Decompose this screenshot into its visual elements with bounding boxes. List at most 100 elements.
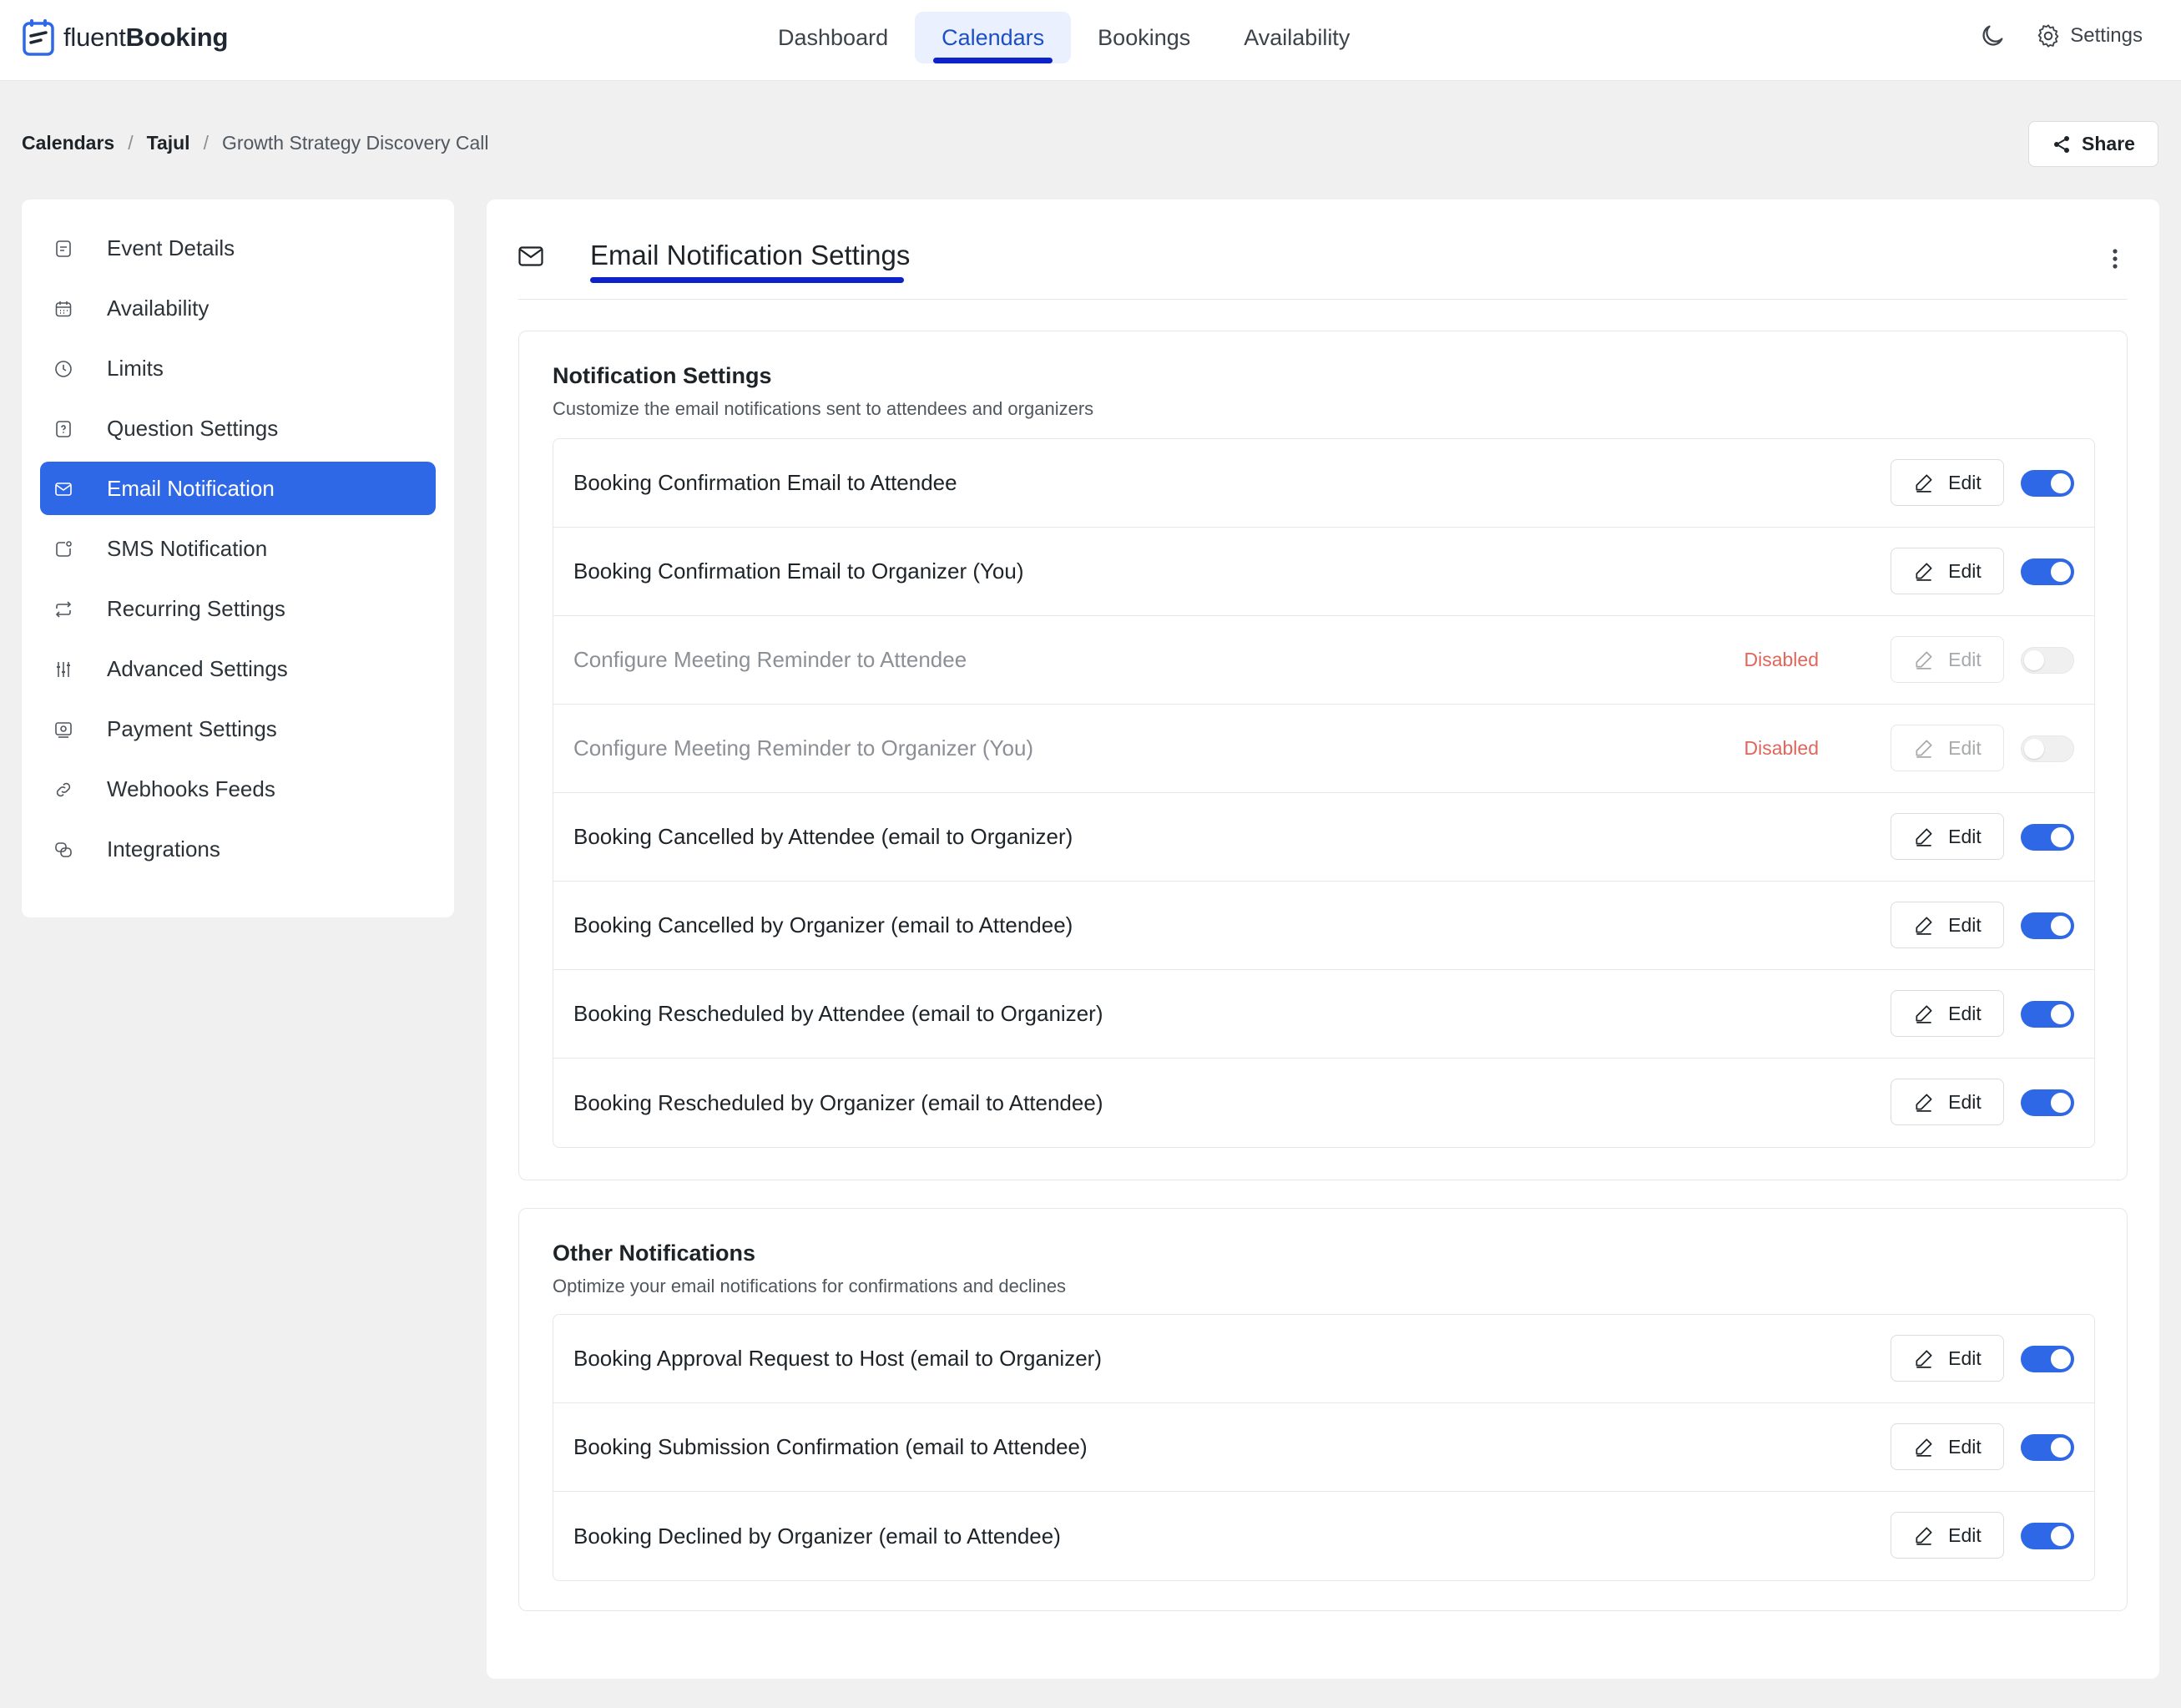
edit-button[interactable]: Edit [1891,459,2004,506]
notification-toggle[interactable] [2021,1434,2074,1461]
notification-label: Booking Cancelled by Attendee (email to … [573,824,1073,849]
email-notification-panel: Email Notification Settings Notification… [487,200,2159,1679]
section-subtitle: Optimize your email notifications for co… [553,1276,1067,1296]
envelope-icon [55,483,72,496]
edit-button[interactable]: Edit [1891,902,2004,948]
title-underline [590,277,904,283]
notification-toggle[interactable] [2021,912,2074,939]
sidebar-item-label: Event Details [107,235,235,260]
notification-row: Booking Rescheduled by Attendee (email t… [553,970,2094,1059]
nav-calendars[interactable]: Calendars [915,12,1072,63]
sidebar-item-advanced-settings[interactable]: Advanced Settings [40,642,436,695]
edit-label: Edit [1948,1090,1982,1113]
sidebar-item-sms-notification[interactable]: SMS Notification [40,522,436,575]
section-subtitle: Customize the email notifications sent t… [553,398,1094,419]
settings-label: Settings [2070,24,2143,47]
edit-button[interactable]: Edit [1891,813,2004,860]
pencil-icon [1916,1005,1932,1023]
sidebar-item-availability[interactable]: Availability [40,281,436,335]
top-right-actions: Settings [1978,22,2143,50]
document-icon [56,240,71,257]
fluent-booking-logo[interactable]: fluentBooking [22,18,228,57]
notification-toggle[interactable] [2021,1089,2074,1116]
settings-link[interactable]: Settings [2035,23,2143,49]
notification-label: Booking Submission Confirmation (email t… [573,1434,1088,1459]
notification-toggle[interactable] [2021,1523,2074,1549]
status-badge: Disabled [1744,737,1820,759]
sidebar-item-label: Question Settings [107,415,279,441]
edit-button[interactable]: Edit [1891,548,2004,594]
breadcrumb-calendars[interactable]: Calendars [22,132,114,154]
share-button[interactable]: Share [2028,121,2158,167]
notification-toggle[interactable] [2021,735,2074,762]
other-notifications-section: Other Notifications Optimize your email … [518,1208,2128,1611]
breadcrumb-event: Growth Strategy Discovery Call [221,132,489,154]
pencil-icon [1916,1527,1932,1545]
notification-toggle[interactable] [2021,470,2074,497]
integrations-icon [55,842,72,857]
sidebar-item-label: Webhooks Feeds [107,776,275,801]
more-options-icon[interactable] [2111,248,2119,270]
sidebar-item-label: Recurring Settings [107,595,285,621]
edit-button[interactable]: Edit [1891,1423,2004,1470]
edit-label: Edit [1948,1002,1982,1024]
notification-row: Booking Rescheduled by Organizer (email … [553,1059,2094,1147]
clock-icon [55,361,72,377]
breadcrumb-separator: / [128,132,134,154]
nav-dashboard[interactable]: Dashboard [751,12,915,63]
breadcrumb-separator: / [203,132,209,154]
nav-bookings[interactable]: Bookings [1071,12,1217,63]
notification-row: Configure Meeting Reminder to Attendee D… [553,616,2094,705]
notification-label: Configure Meeting Reminder to Attendee [573,647,967,672]
dark-mode-moon-icon[interactable] [1978,22,2007,50]
notification-label: Booking Confirmation Email to Organizer … [573,558,1024,584]
notification-list: Booking Approval Request to Host (email … [553,1314,2095,1581]
sidebar-item-recurring-settings[interactable]: Recurring Settings [40,582,436,635]
breadcrumb-calendar-tajul[interactable]: Tajul [147,132,190,154]
notification-toggle[interactable] [2021,647,2074,674]
edit-button[interactable]: Edit [1891,990,2004,1037]
event-settings-sidebar: Event Details Availability Limits Questi… [22,200,454,917]
notification-row: Booking Approval Request to Host (email … [553,1315,2094,1403]
notification-toggle[interactable] [2021,558,2074,585]
pencil-icon [1916,740,1932,758]
sidebar-item-question-settings[interactable]: Question Settings [40,402,436,455]
edit-button[interactable]: Edit [1891,1335,2004,1382]
notification-toggle[interactable] [2021,824,2074,851]
sidebar-item-event-details[interactable]: Event Details [40,221,436,275]
sidebar-item-integrations[interactable]: Integrations [40,822,436,876]
notification-toggle[interactable] [2021,1346,2074,1372]
edit-button[interactable]: Edit [1891,636,2004,683]
page-title: Email Notification Settings [590,240,911,270]
share-label: Share [2082,133,2135,154]
pencil-icon [1916,1438,1932,1457]
notification-label: Booking Declined by Organizer (email to … [573,1523,1061,1549]
share-icon [2054,135,2070,153]
edit-label: Edit [1948,736,1982,759]
sidebar-item-email-notification[interactable]: Email Notification [40,462,436,515]
pencil-icon [1916,474,1932,493]
sidebar-item-webhooks-feeds[interactable]: Webhooks Feeds [40,762,436,816]
edit-button[interactable]: Edit [1891,1512,2004,1559]
breadcrumb: Calendars / Tajul / Growth Strategy Disc… [22,132,489,154]
link-icon [56,782,71,797]
pencil-icon [1916,828,1932,846]
nav-availability[interactable]: Availability [1217,12,1376,63]
pencil-icon [1916,651,1932,670]
notification-label: Booking Cancelled by Organizer (email to… [573,912,1073,937]
edit-button[interactable]: Edit [1891,1079,2004,1125]
notification-row: Booking Cancelled by Organizer (email to… [553,882,2094,970]
sidebar-item-label: Limits [107,355,164,381]
sidebar-item-payment-settings[interactable]: Payment Settings [40,702,436,755]
envelope-icon [518,246,543,266]
sidebar-item-limits[interactable]: Limits [40,341,436,395]
status-badge: Disabled [1744,649,1820,670]
notification-toggle[interactable] [2021,1001,2074,1028]
pencil-icon [1916,1094,1932,1112]
sidebar-item-label: SMS Notification [107,535,268,561]
notification-list: Booking Confirmation Email to Attendee E… [553,438,2095,1148]
sidebar-item-label: Email Notification [107,475,275,501]
panel-header: Email Notification Settings [518,200,2128,300]
sidebar-item-label: Integrations [107,836,220,862]
edit-button[interactable]: Edit [1891,725,2004,771]
